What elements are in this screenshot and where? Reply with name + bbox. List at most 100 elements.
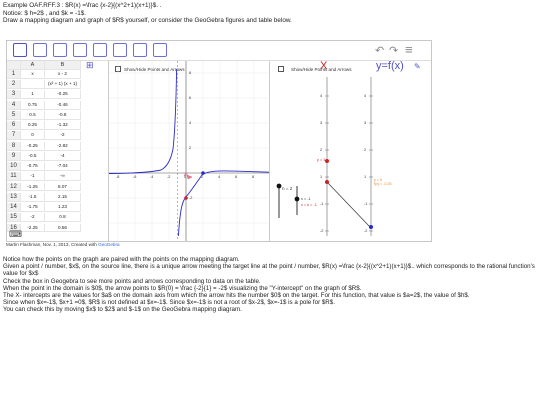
source-tick: 2 <box>320 148 323 152</box>
cell-b[interactable]: 0.56 <box>45 223 81 233</box>
graph-x-tick: 4 <box>218 175 221 179</box>
row-header: 8 <box>7 141 21 151</box>
cell-a[interactable]: -1 <box>21 172 45 182</box>
slider-x-sub-label: x = k = -1 <box>301 203 317 207</box>
cell-b[interactable]: -0.25 <box>45 90 81 100</box>
target-tick: 2 <box>364 148 367 152</box>
graph-x-tick: -8 <box>116 175 120 179</box>
cell-b[interactable]: -∞ <box>45 172 81 182</box>
cell-a[interactable]: -1.5 <box>21 192 45 202</box>
graph-y-tick: 6 <box>189 96 192 100</box>
function-graph <box>109 61 269 241</box>
cell-a[interactable]: -0.5 <box>21 151 45 161</box>
graph-y-tick: -2 <box>189 196 193 200</box>
paragraph-line: You can check this by moving $x$ to $2$ … <box>3 306 242 314</box>
tool-button-8[interactable] <box>153 43 167 57</box>
source-tick: 1 <box>320 175 323 179</box>
geogebra-link[interactable]: GeoGebra <box>98 242 119 247</box>
cell-b[interactable]: 8.07 <box>45 182 81 192</box>
cell-a[interactable]: 0 <box>21 131 45 141</box>
function-icon[interactable]: ⊞ <box>86 60 94 71</box>
cell-b[interactable]: 1.23 <box>45 203 81 212</box>
cell-b[interactable]: -0.46 <box>45 100 81 110</box>
graph-y-tick: 2 <box>189 146 192 150</box>
target-tick: -2 <box>364 229 368 233</box>
mapping-diagram <box>276 77 373 236</box>
cell-a[interactable] <box>21 80 45 90</box>
cell-a[interactable]: x <box>21 70 45 79</box>
graph-x-tick: 0 <box>184 175 187 179</box>
redo-icon[interactable]: ↷ <box>389 44 398 57</box>
cell-a[interactable]: 0.75 <box>21 100 45 110</box>
row-header: 1 <box>7 70 21 79</box>
cell-b[interactable]: x - 2 <box>45 70 81 79</box>
cell-a[interactable]: -0.75 <box>21 162 45 171</box>
column-header-a: A <box>21 61 45 70</box>
target-tick: 1 <box>364 175 367 179</box>
row-header: 9 <box>7 151 21 161</box>
source-tick: -2 <box>320 229 324 233</box>
cell-b[interactable]: 2.15 <box>45 192 81 202</box>
paragraph-line: Notice how the points on the graph are p… <box>3 256 240 263</box>
target-tick: -1 <box>364 202 368 206</box>
cell-a[interactable]: 1 <box>21 90 45 100</box>
keyboard-icon[interactable]: ⌨ <box>9 229 22 240</box>
cell-b[interactable]: 0.8 <box>45 213 81 223</box>
cell-a[interactable]: 0.25 <box>21 121 45 131</box>
cell-b[interactable]: -2 <box>45 131 81 141</box>
tool-button-6[interactable] <box>113 43 127 57</box>
spreadsheet-view[interactable]: A B ⊞ 1 x x - 2 2 (x² + 1) (x + 1) 3 1 -0.25 4 0.75-… <box>7 60 108 241</box>
header-instruction: Draw a mapping diagram and graph of $R$ … <box>3 17 292 24</box>
cell-b[interactable]: -2.82 <box>45 141 81 151</box>
cell-b[interactable]: -7.04 <box>45 162 81 171</box>
tool-button-2[interactable] <box>33 43 47 57</box>
tool-button-5[interactable] <box>93 43 107 57</box>
row-header: 14 <box>7 203 21 212</box>
sheet-corner <box>7 61 21 70</box>
cell-b[interactable]: -4 <box>45 151 81 161</box>
graph-x-tick: -6 <box>133 175 137 179</box>
source-tick: -1 <box>320 202 324 206</box>
geogebra-applet[interactable]: ↶ ↷ ≡ A B ⊞ 1 x x - 2 2 (x² + 1) (x + 1) 3 1 -0.25… <box>6 40 432 242</box>
undo-icon[interactable]: ↶ <box>375 44 384 57</box>
target-value-label: f(x) = -0.25 <box>374 182 392 186</box>
notes-paragraph: Notice how the points on the graph are p… <box>3 256 537 314</box>
credit-line: Martin Flashman, Nov. 1, 2013, Created w… <box>6 242 120 247</box>
paragraph-line: Check the box in Geogebra to see more po… <box>3 277 261 285</box>
credit-text: Martin Flashman, Nov. 1, 2013, Created w… <box>6 242 99 247</box>
tool-button-4[interactable] <box>73 43 87 57</box>
mapping-diagram-view[interactable]: Show/Hide Points and Arrows X y=f(x) ✎ 4… <box>269 60 432 241</box>
cell-a[interactable]: -1.25 <box>21 182 45 192</box>
graph-x-tick: 6 <box>235 175 238 179</box>
cell-a[interactable]: -2 <box>21 213 45 223</box>
row-header: 13 <box>7 192 21 202</box>
tool-button-7[interactable] <box>133 43 147 57</box>
graph-x-tick: 8 <box>252 175 255 179</box>
slider-n-label: n = 2 <box>282 186 293 191</box>
cell-b[interactable]: -1.32 <box>45 121 81 131</box>
target-tick: 4 <box>364 94 367 98</box>
header-notice: Notice: $ h=2$ , and $k = -1$. <box>3 9 86 17</box>
cell-a[interactable]: 0.5 <box>21 110 45 120</box>
cell-a[interactable]: -1.75 <box>21 203 45 212</box>
mapping-y-label: y = 1 <box>317 158 326 162</box>
tool-move-button[interactable] <box>13 43 27 57</box>
graph-y-tick: 4 <box>189 121 192 125</box>
tool-button-3[interactable] <box>53 43 67 57</box>
source-tick: 4 <box>320 94 323 98</box>
graph-x-tick: -4 <box>150 175 154 179</box>
cell-a[interactable]: -2.25 <box>21 223 45 233</box>
paragraph-line: Given a point / number, $x$, on the sour… <box>3 263 535 278</box>
graph-y-tick: 8 <box>189 71 192 75</box>
column-header-b: B <box>45 61 81 70</box>
cell-b[interactable]: (x² + 1) (x + 1) <box>45 80 81 90</box>
hamburger-menu-icon[interactable]: ≡ <box>405 42 413 57</box>
row-header: 6 <box>7 121 21 131</box>
cell-a[interactable]: -0.25 <box>21 141 45 151</box>
graph-x-tick: -2 <box>167 175 171 179</box>
graphics-view[interactable]: Show/Hide Points and Arrows -8 -6 -4 -2 0 2 4 6… <box>108 61 269 241</box>
header-title: Example OAF.RFF.3 : $R(x) =\frac {x-2}{(… <box>3 2 162 9</box>
paragraph-line: When the point in the domain is $0$, the… <box>3 284 362 292</box>
cell-b[interactable]: -0.8 <box>45 110 81 120</box>
graph-x-tick: 2 <box>201 175 204 179</box>
